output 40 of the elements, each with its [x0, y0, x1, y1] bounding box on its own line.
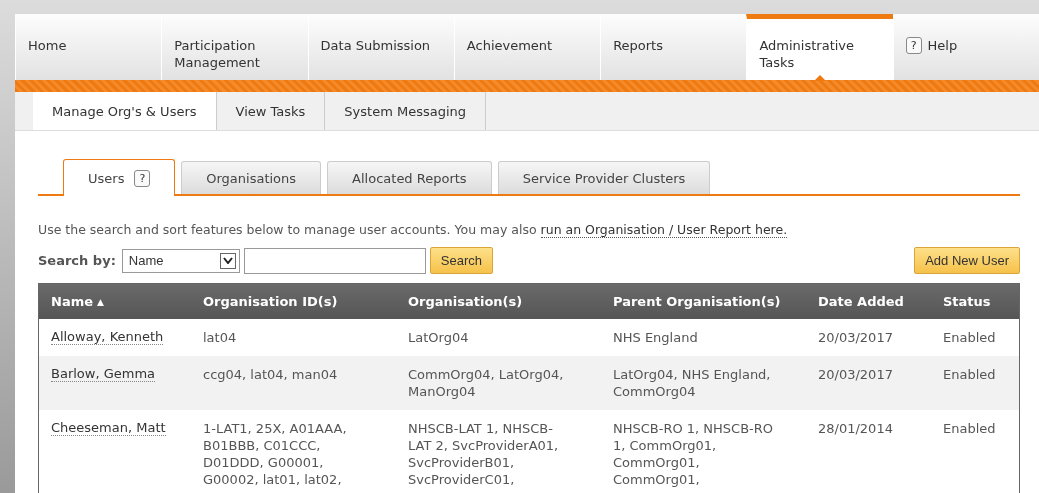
- column-header[interactable]: Date Added: [814, 284, 939, 319]
- column-header[interactable]: Status: [939, 284, 1011, 319]
- section-tab[interactable]: Allocated Reports: [327, 161, 492, 194]
- table-cell-text: ccg04, lat04, man04: [202, 366, 339, 384]
- table-cell-text: LatOrg04: [407, 329, 470, 347]
- table-cell-text: NHSCB-LAT 1, NHSCB-LAT 2, SvcProviderA01, SvcProviderB01, SvcProviderC01,: [407, 420, 560, 489]
- table-cell-text: NHSCB-RO 1, NHSCB-RO 1, CommOrg01, CommOrg01, CommOrg01,: [612, 420, 775, 489]
- table-cell-text: LatOrg04, NHS England, CommOrg04: [612, 366, 772, 401]
- column-header[interactable]: Parent Organisation(s): [609, 284, 814, 319]
- intro-text: Use the search and sort features below to manage user accounts. You may also run an Organisation / User Report here.: [38, 222, 789, 237]
- nav-tab[interactable]: Administrative Tasks: [746, 14, 893, 80]
- search-button[interactable]: Search: [429, 247, 494, 274]
- search-label: Search by:: [38, 253, 116, 268]
- help-icon[interactable]: ?: [134, 169, 151, 187]
- search-field[interactable]: [243, 247, 426, 274]
- table-cell-text: Enabled: [942, 366, 997, 384]
- column-header[interactable]: Organisation(s): [404, 284, 609, 319]
- section-tab[interactable]: Service Provider Clusters: [497, 161, 711, 194]
- section-tab[interactable]: Organisations: [181, 161, 322, 194]
- table-cell-text: 1-LAT1, 25X, A01AAA, B01BBB, C01CCC, D01DDD, G00001, G00002, lat01, lat02,: [202, 420, 348, 489]
- column-header[interactable]: Organisation ID(s): [199, 284, 404, 319]
- table-cell-text: 28/01/2014: [817, 420, 894, 438]
- search-by-dropdown[interactable]: Name: [121, 248, 240, 273]
- table-cell-text: 20/03/2017: [817, 366, 894, 384]
- table-cell-text: Enabled: [942, 329, 997, 347]
- user-name-link[interactable]: Alloway, Kenneth: [51, 329, 164, 345]
- table-cell-text: NHS England: [612, 329, 699, 347]
- help-icon[interactable]: ?: [905, 37, 922, 54]
- table-cell-text: CommOrg04, LatOrg04, ManOrg04: [407, 366, 565, 401]
- column-header[interactable]: Name ▲: [47, 284, 199, 319]
- user-name-link[interactable]: Barlow, Gemma: [51, 366, 156, 382]
- sub-tab[interactable]: Manage Org's & Users: [33, 92, 217, 130]
- table-cell-text: lat04: [202, 329, 238, 347]
- add-user-button[interactable]: Add New User: [914, 247, 1020, 274]
- table-cell-text: 20/03/2017: [817, 329, 894, 347]
- user-name-link[interactable]: Cheeseman, Matt: [51, 420, 166, 436]
- section-tab[interactable]: Users ?: [63, 159, 176, 196]
- report-link[interactable]: run an Organisation / User Report here.: [540, 222, 788, 238]
- table-cell-text: Enabled: [942, 420, 997, 438]
- dropdown-caret-icon[interactable]: [219, 252, 236, 269]
